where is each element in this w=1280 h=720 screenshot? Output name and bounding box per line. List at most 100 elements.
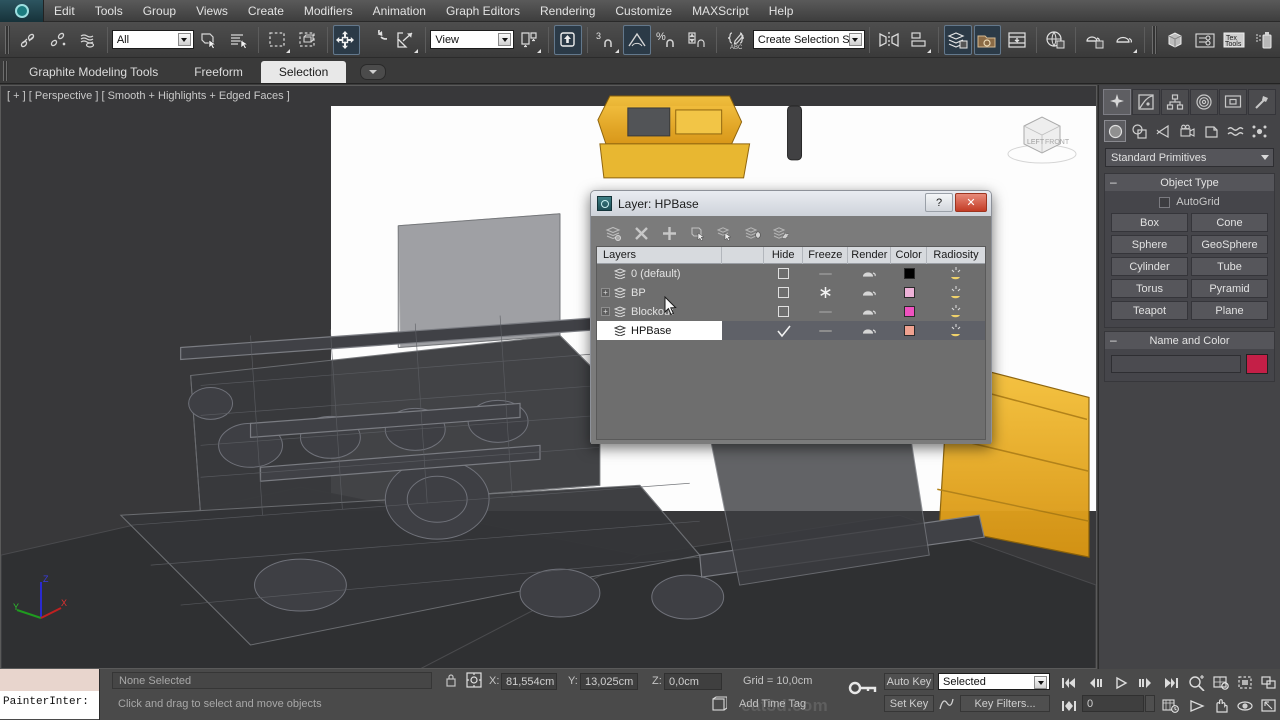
viewcube-icon[interactable]: LEFT FRONT — [996, 108, 1088, 170]
maxscript-mini-listener[interactable]: PainterInter: — [0, 669, 100, 720]
menu-item-group[interactable]: Group — [133, 0, 186, 22]
menu-item-create[interactable]: Create — [238, 0, 294, 22]
select-and-move-icon[interactable] — [332, 24, 361, 55]
chevron-down-icon[interactable] — [1034, 676, 1047, 689]
rendered-frame-window-icon[interactable] — [1042, 25, 1070, 55]
maxscript-listener-text[interactable]: PainterInter: — [0, 691, 99, 719]
window-crossing-icon[interactable] — [294, 25, 322, 55]
new-layer-icon[interactable] — [602, 222, 624, 244]
hierarchy-tab[interactable] — [1161, 89, 1189, 115]
table-row[interactable]: HPBase — [597, 321, 985, 340]
textools-icon[interactable]: Tex Tools — [1221, 25, 1249, 55]
color-swatch[interactable] — [903, 306, 915, 317]
radiosity-cell[interactable] — [927, 283, 985, 302]
current-layer-check[interactable] — [764, 321, 803, 340]
hide-checkbox[interactable] — [778, 287, 790, 298]
selection-filter-combo[interactable]: All — [111, 30, 194, 49]
help-button[interactable]: ? — [925, 193, 953, 212]
set-key-button[interactable]: Set Key — [884, 695, 934, 712]
layer-list[interactable]: Layers Hide Freeze Render Color Radiosit… — [596, 246, 986, 440]
x-coord-field[interactable]: 81,554cm — [501, 673, 557, 690]
color-cell[interactable] — [891, 302, 927, 321]
color-cell[interactable] — [891, 283, 927, 302]
tab-selection[interactable]: Selection — [260, 61, 347, 83]
key-icon[interactable] — [848, 679, 878, 700]
pan-icon[interactable] — [1210, 695, 1231, 716]
previous-frame-icon[interactable] — [1086, 672, 1107, 693]
collapse-icon[interactable]: – — [1110, 174, 1117, 191]
radiosity-cell[interactable] — [927, 264, 985, 283]
space-warps-category[interactable] — [1224, 120, 1246, 142]
mirror-icon[interactable] — [875, 25, 903, 55]
tube-button[interactable]: Tube — [1191, 257, 1268, 276]
go-to-end-icon[interactable] — [1160, 672, 1181, 693]
select-and-manipulate-icon[interactable] — [554, 24, 583, 55]
motion-tab[interactable] — [1190, 89, 1218, 115]
menu-item-maxscript[interactable]: MAXScript — [682, 0, 759, 22]
zoom-all-icon[interactable] — [1210, 672, 1231, 693]
select-objects-icon[interactable] — [686, 222, 708, 244]
cone-button[interactable]: Cone — [1191, 213, 1268, 232]
chevron-down-icon[interactable] — [1261, 155, 1269, 160]
zoom-extents-icon[interactable] — [1234, 672, 1255, 693]
viewcube-icon[interactable] — [1161, 25, 1189, 55]
highlight-selected-icon[interactable] — [714, 222, 736, 244]
expand-icon[interactable]: + — [601, 288, 610, 297]
layer-properties-icon[interactable] — [770, 222, 792, 244]
auto-key-button[interactable]: Auto Key — [884, 673, 934, 690]
time-configuration-icon[interactable] — [1160, 695, 1181, 716]
select-and-rotate-icon[interactable] — [362, 25, 390, 55]
maximize-viewport-icon[interactable] — [1258, 695, 1279, 716]
color-cell[interactable] — [891, 264, 927, 283]
object-type-header[interactable]: – Object Type — [1105, 174, 1274, 191]
hide-checkbox[interactable] — [778, 306, 790, 317]
layer-dialog[interactable]: Layer: HPBase ? ✕ Layers Hide Freeze Ren… — [590, 190, 992, 444]
unlink-selection-icon[interactable] — [44, 25, 72, 55]
key-mode-select[interactable]: Selected — [938, 673, 1050, 690]
color-swatch[interactable] — [903, 268, 915, 279]
layer-dialog-titlebar[interactable]: Layer: HPBase ? ✕ — [591, 191, 991, 216]
shapes-category[interactable] — [1128, 120, 1150, 142]
box-button[interactable]: Box — [1111, 213, 1188, 232]
use-pivot-point-center-icon[interactable] — [515, 25, 543, 55]
percent-snap-toggle-icon[interactable]: % — [653, 25, 681, 55]
menu-item-customize[interactable]: Customize — [605, 0, 682, 22]
helpers-category[interactable] — [1200, 120, 1222, 142]
frame-field[interactable]: 0 — [1082, 695, 1144, 712]
hide-cell[interactable] — [764, 264, 803, 283]
menu-item-rendering[interactable]: Rendering — [530, 0, 605, 22]
zoom-region-icon[interactable] — [1258, 672, 1279, 693]
menu-item-animation[interactable]: Animation — [363, 0, 436, 22]
object-color-swatch[interactable] — [1246, 354, 1268, 374]
render-production-icon[interactable] — [1081, 25, 1109, 55]
named-selection-sets-icon[interactable]: ABC — [722, 25, 750, 55]
bind-space-warp-icon[interactable] — [74, 25, 102, 55]
key-filters-button[interactable]: Key Filters... — [960, 695, 1050, 712]
spinner-snap-toggle-icon[interactable] — [683, 25, 711, 55]
delete-layer-icon[interactable] — [630, 222, 652, 244]
color-cell[interactable] — [891, 321, 927, 340]
rectangular-selection-region-icon[interactable] — [264, 25, 292, 55]
select-by-name-icon[interactable] — [225, 25, 253, 55]
spray-icon[interactable] — [1251, 25, 1279, 55]
create-tab[interactable] — [1103, 89, 1131, 115]
plane-button[interactable]: Plane — [1191, 301, 1268, 320]
expand-icon[interactable]: + — [601, 307, 610, 316]
radiosity-cell[interactable] — [927, 321, 985, 340]
play-icon[interactable] — [1110, 672, 1131, 693]
table-row[interactable]: + Blockout — [597, 302, 985, 321]
chevron-down-icon[interactable] — [498, 33, 512, 46]
freeze-cell[interactable] — [803, 283, 848, 302]
y-coord-field[interactable]: 13,025cm — [580, 673, 638, 690]
cylinder-button[interactable]: Cylinder — [1111, 257, 1188, 276]
zoom-icon[interactable] — [1186, 672, 1207, 693]
radiosity-cell[interactable] — [927, 302, 985, 321]
add-time-tag[interactable]: Add Time Tag — [733, 694, 833, 713]
torus-button[interactable]: Torus — [1111, 279, 1188, 298]
render-cell[interactable] — [848, 283, 891, 302]
display-tab[interactable] — [1219, 89, 1247, 115]
render-setup-icon[interactable] — [1003, 25, 1031, 55]
material-editor-icon[interactable] — [973, 24, 1002, 55]
lock-icon[interactable] — [444, 672, 458, 691]
geometry-category[interactable] — [1104, 120, 1126, 142]
